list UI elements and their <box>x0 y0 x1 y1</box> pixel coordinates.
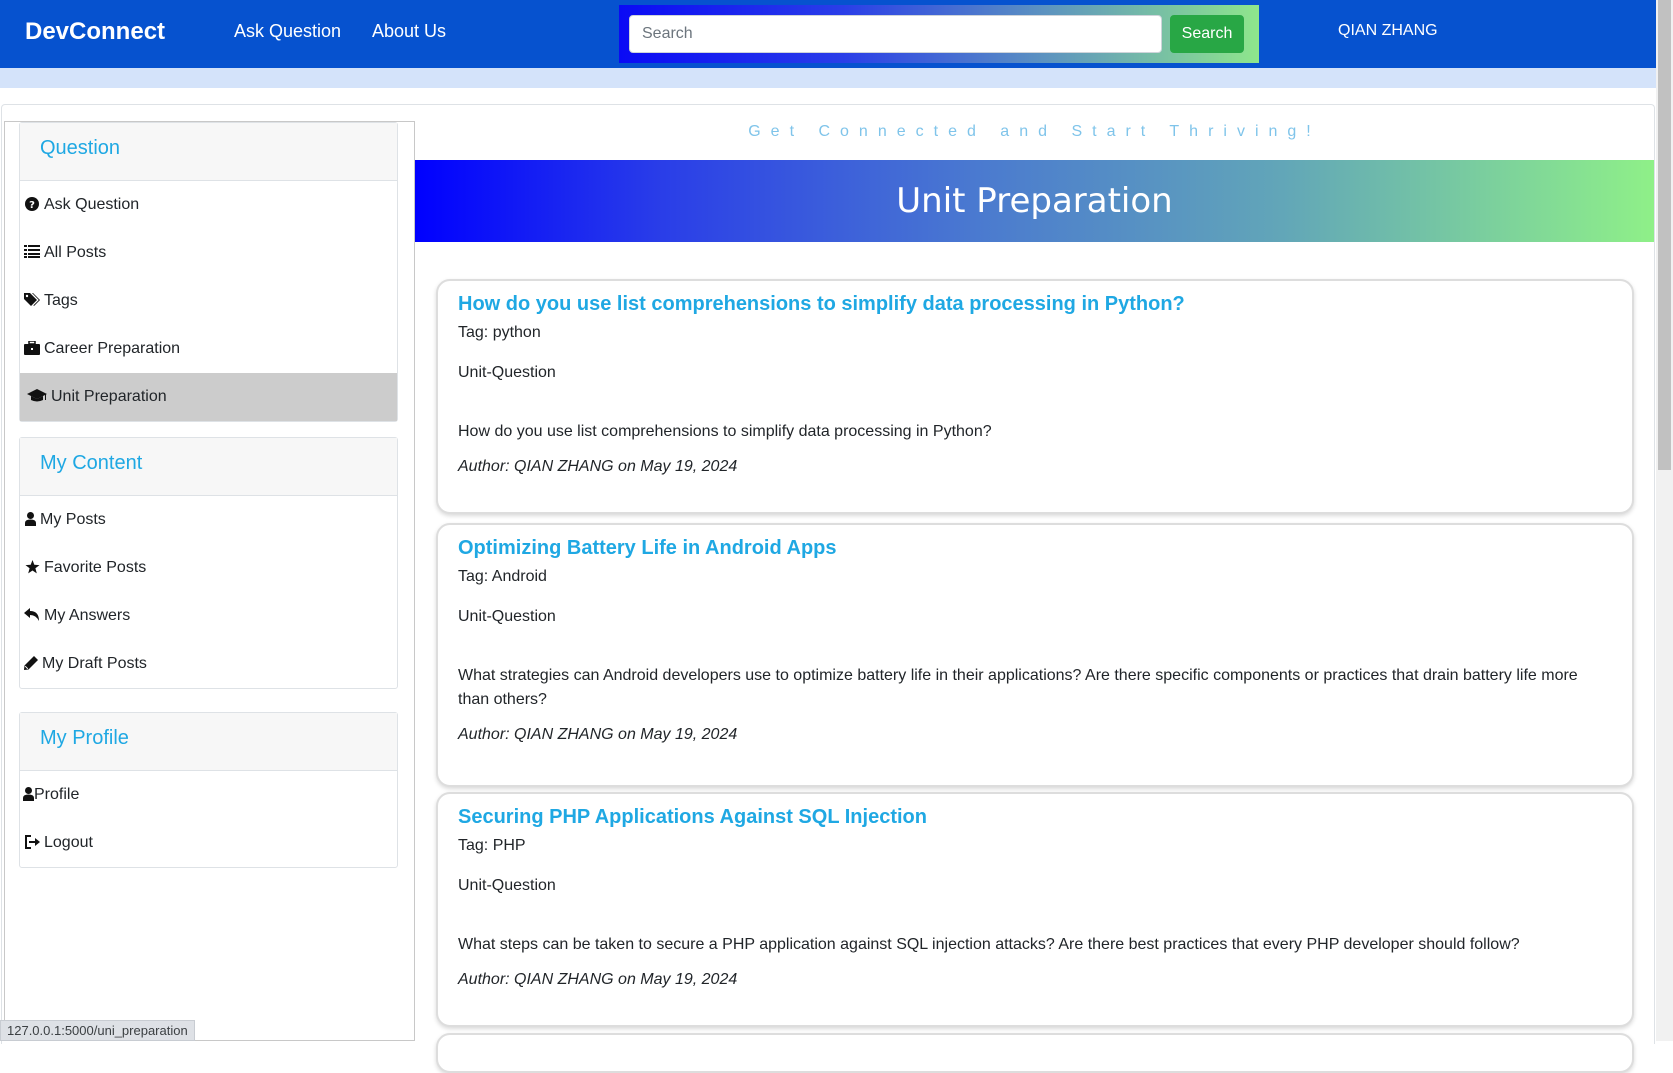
page-title: Unit Preparation <box>896 181 1173 221</box>
svg-text:?: ? <box>29 200 35 211</box>
sidebar-item-label: Logout <box>44 834 93 851</box>
user-icon <box>23 511 37 529</box>
sidebar-card-question: Question ? Ask Question All Posts Tags C… <box>19 122 398 422</box>
nav-ask-question[interactable]: Ask Question <box>234 21 341 42</box>
sidebar-item-label: All Posts <box>44 244 107 261</box>
list-icon <box>23 245 41 261</box>
sidebar-item-my-posts[interactable]: My Posts <box>20 496 397 544</box>
sidebar-header-my-content: My Content <box>20 438 397 496</box>
post-body: What steps can be taken to secure a PHP … <box>458 936 1520 953</box>
sidebar-item-label: My Answers <box>44 607 131 624</box>
briefcase-icon <box>23 339 41 358</box>
post-body: What strategies can Android developers u… <box>458 667 1578 708</box>
question-circle-icon: ? <box>23 196 41 214</box>
post-type: Unit-Question <box>458 608 556 625</box>
sidebar-item-label: Career Preparation <box>44 340 181 357</box>
sidebar-item-label: Tags <box>44 292 78 309</box>
sidebar-item-label: Favorite Posts <box>44 559 147 576</box>
search-form: Search <box>619 5 1259 63</box>
sidebar-item-career-preparation[interactable]: Career Preparation <box>20 325 397 373</box>
status-url-bar: 127.0.0.1:5000/uni_preparation <box>0 1020 195 1041</box>
sidebar: Question ? Ask Question All Posts Tags C… <box>4 121 415 1041</box>
post-author: Author: QIAN ZHANG on May 19, 2024 <box>458 458 738 475</box>
sidebar-item-label: Ask Question <box>44 196 140 213</box>
post-card[interactable] <box>436 1033 1634 1073</box>
sidebar-item-label: My Draft Posts <box>42 655 147 672</box>
page-scrollbar[interactable] <box>1656 0 1673 1041</box>
tagline: Get Connected and Start Thriving! <box>748 123 1321 140</box>
sign-out-icon <box>23 834 41 852</box>
top-navbar: DevConnect Ask Question About Us Search … <box>0 0 1656 68</box>
pencil-icon <box>23 655 39 673</box>
post-tag: Tag: python <box>458 324 541 341</box>
graduation-cap-icon <box>26 388 48 406</box>
post-type: Unit-Question <box>458 364 556 381</box>
reply-icon <box>23 607 41 625</box>
sidebar-item-favorite-posts[interactable]: Favorite Posts <box>20 544 397 592</box>
post-card[interactable]: How do you use list comprehensions to si… <box>436 279 1634 514</box>
post-card[interactable]: Securing PHP Applications Against SQL In… <box>436 792 1634 1027</box>
post-type: Unit-Question <box>458 877 556 894</box>
post-card[interactable]: Optimizing Battery Life in Android Apps … <box>436 523 1634 787</box>
sidebar-card-my-profile: My Profile Profile Logout <box>19 712 398 868</box>
sidebar-card-my-content: My Content My Posts Favorite Posts My An… <box>19 437 398 689</box>
sidebar-item-logout[interactable]: Logout <box>20 819 397 867</box>
brand-logo[interactable]: DevConnect <box>25 18 165 46</box>
tags-icon <box>23 292 41 310</box>
post-tag: Tag: Android <box>458 568 547 585</box>
star-icon <box>23 559 41 577</box>
sidebar-item-tags[interactable]: Tags <box>20 277 397 325</box>
sidebar-item-label: Profile <box>34 786 80 803</box>
nav-about-us[interactable]: About Us <box>372 21 446 42</box>
search-input[interactable] <box>629 15 1162 53</box>
user-name[interactable]: QIAN ZHANG <box>1338 22 1438 40</box>
sidebar-item-my-draft-posts[interactable]: My Draft Posts <box>20 640 397 688</box>
post-author: Author: QIAN ZHANG on May 19, 2024 <box>458 726 738 743</box>
sidebar-header-my-profile: My Profile <box>20 713 397 771</box>
post-tag: Tag: PHP <box>458 837 526 854</box>
user-icon <box>23 786 34 804</box>
post-body: How do you use list comprehensions to si… <box>458 423 992 440</box>
sidebar-header-question: Question <box>20 123 397 181</box>
sidebar-item-profile[interactable]: Profile <box>20 771 397 819</box>
sidebar-item-unit-preparation[interactable]: Unit Preparation <box>20 373 397 421</box>
search-button[interactable]: Search <box>1170 15 1244 53</box>
sidebar-item-my-answers[interactable]: My Answers <box>20 592 397 640</box>
sub-navbar-strip <box>0 68 1656 88</box>
post-author: Author: QIAN ZHANG on May 19, 2024 <box>458 971 738 988</box>
sidebar-item-all-posts[interactable]: All Posts <box>20 229 397 277</box>
post-title-link[interactable]: Optimizing Battery Life in Android Apps <box>458 537 1632 567</box>
sidebar-item-label: My Posts <box>40 511 106 528</box>
sidebar-item-ask-question[interactable]: ? Ask Question <box>20 181 397 229</box>
scrollbar-thumb[interactable] <box>1658 0 1671 470</box>
sidebar-item-label: Unit Preparation <box>51 388 167 405</box>
post-title-link[interactable]: Securing PHP Applications Against SQL In… <box>458 806 1632 836</box>
page-banner: Unit Preparation <box>415 160 1654 242</box>
post-title-link[interactable]: How do you use list comprehensions to si… <box>458 293 1632 323</box>
